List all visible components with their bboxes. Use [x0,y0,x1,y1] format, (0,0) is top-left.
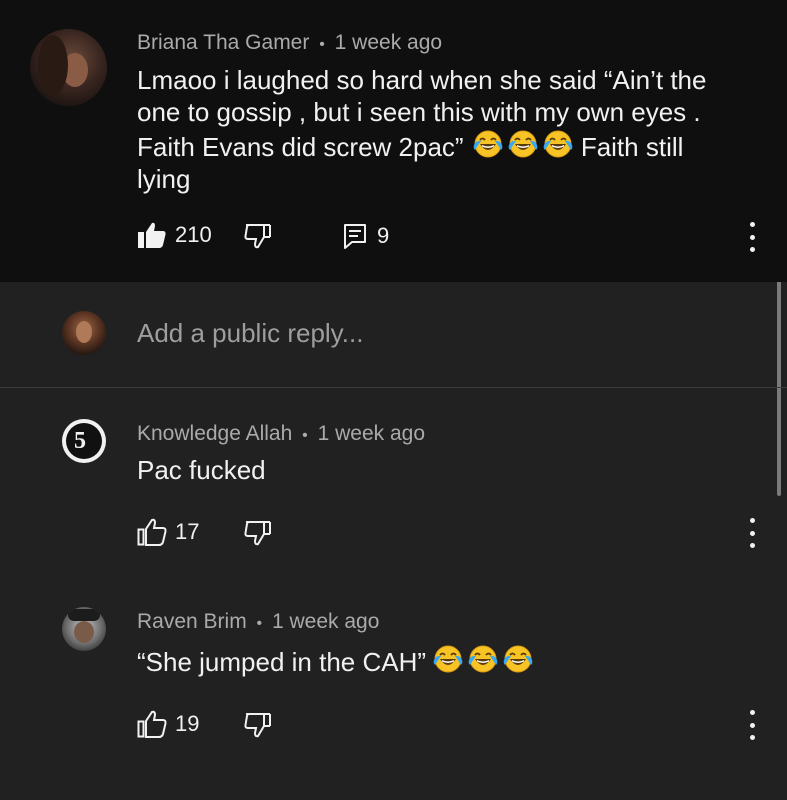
comment-line: one to gossip , but i seen this with my … [137,97,701,127]
more-vertical-icon [749,710,755,715]
reply-count: 9 [377,223,390,248]
comment-meta: Knowledge Allah • 1 week ago [137,422,425,446]
comment-meta: Briana Tha Gamer • 1 week ago [137,31,442,55]
divider [0,387,787,388]
comment-line: Faith Evans did screw 2pac” Faith still [137,128,757,163]
more-vertical-icon [749,518,755,523]
like-button[interactable]: 17 [137,518,199,546]
laughing-emoji [542,128,574,160]
like-count: 19 [175,711,200,736]
comment-time[interactable]: 1 week ago [318,422,425,445]
dislike-button[interactable] [244,712,272,738]
dislike-button[interactable] [244,520,272,546]
user-avatar [62,311,106,355]
laughing-emoji [432,643,464,675]
reply-button[interactable]: 9 [343,223,389,249]
comment-time[interactable]: 1 week ago [272,610,379,633]
comment-text-content: “She jumped in the CAH” [137,647,427,677]
like-button[interactable]: 210 [137,221,212,249]
avatar[interactable] [62,607,106,651]
laughing-emoji [502,643,534,675]
author-name[interactable]: Knowledge Allah [137,422,292,445]
comment-text: “She jumped in the CAH” [137,643,534,678]
more-vertical-icon [749,222,755,227]
comment-text: Pac fucked [137,455,266,485]
reply-box [0,282,787,388]
thumbs-up-icon [137,518,167,546]
comment-icon [344,224,366,249]
comment-line: Lmaoo i laughed so hard when she said “A… [137,65,707,95]
avatar[interactable]: 5 [62,419,106,463]
comment-text: Lmaoo i laughed so hard when she said “A… [137,64,757,195]
thumbs-up-icon [137,710,167,738]
meta-separator: • [302,427,308,444]
thumbs-down-icon [244,224,271,249]
thumbs-down-icon [244,713,271,738]
author-name[interactable]: Raven Brim [137,610,247,633]
laughing-emoji [472,128,504,160]
laughing-emoji [467,643,499,675]
laughing-emoji [507,128,539,160]
thumbs-up-icon [138,222,166,248]
thumbs-down-icon [244,521,271,546]
comment-line-part: Faith Evans did screw 2pac” [137,132,464,162]
comment-meta: Raven Brim • 1 week ago [137,610,379,634]
comment-line: lying [137,164,191,194]
comment-line-part: Faith still [573,132,684,162]
more-options-button[interactable] [742,518,762,548]
more-options-button[interactable] [742,222,762,252]
more-options-button[interactable] [742,710,762,740]
like-button[interactable]: 19 [137,710,199,738]
author-name[interactable]: Briana Tha Gamer [137,31,309,54]
avatar[interactable] [30,29,107,106]
like-count: 17 [175,519,200,544]
reply-input[interactable]: Add a public reply... [137,318,363,349]
meta-separator: • [256,615,263,632]
main-comment: Briana Tha Gamer • 1 week ago Lmaoo i la… [0,0,787,282]
comment-time[interactable]: 1 week ago [335,31,442,54]
like-count: 210 [175,222,212,247]
dislike-button[interactable] [244,223,272,249]
meta-separator: • [319,36,325,53]
